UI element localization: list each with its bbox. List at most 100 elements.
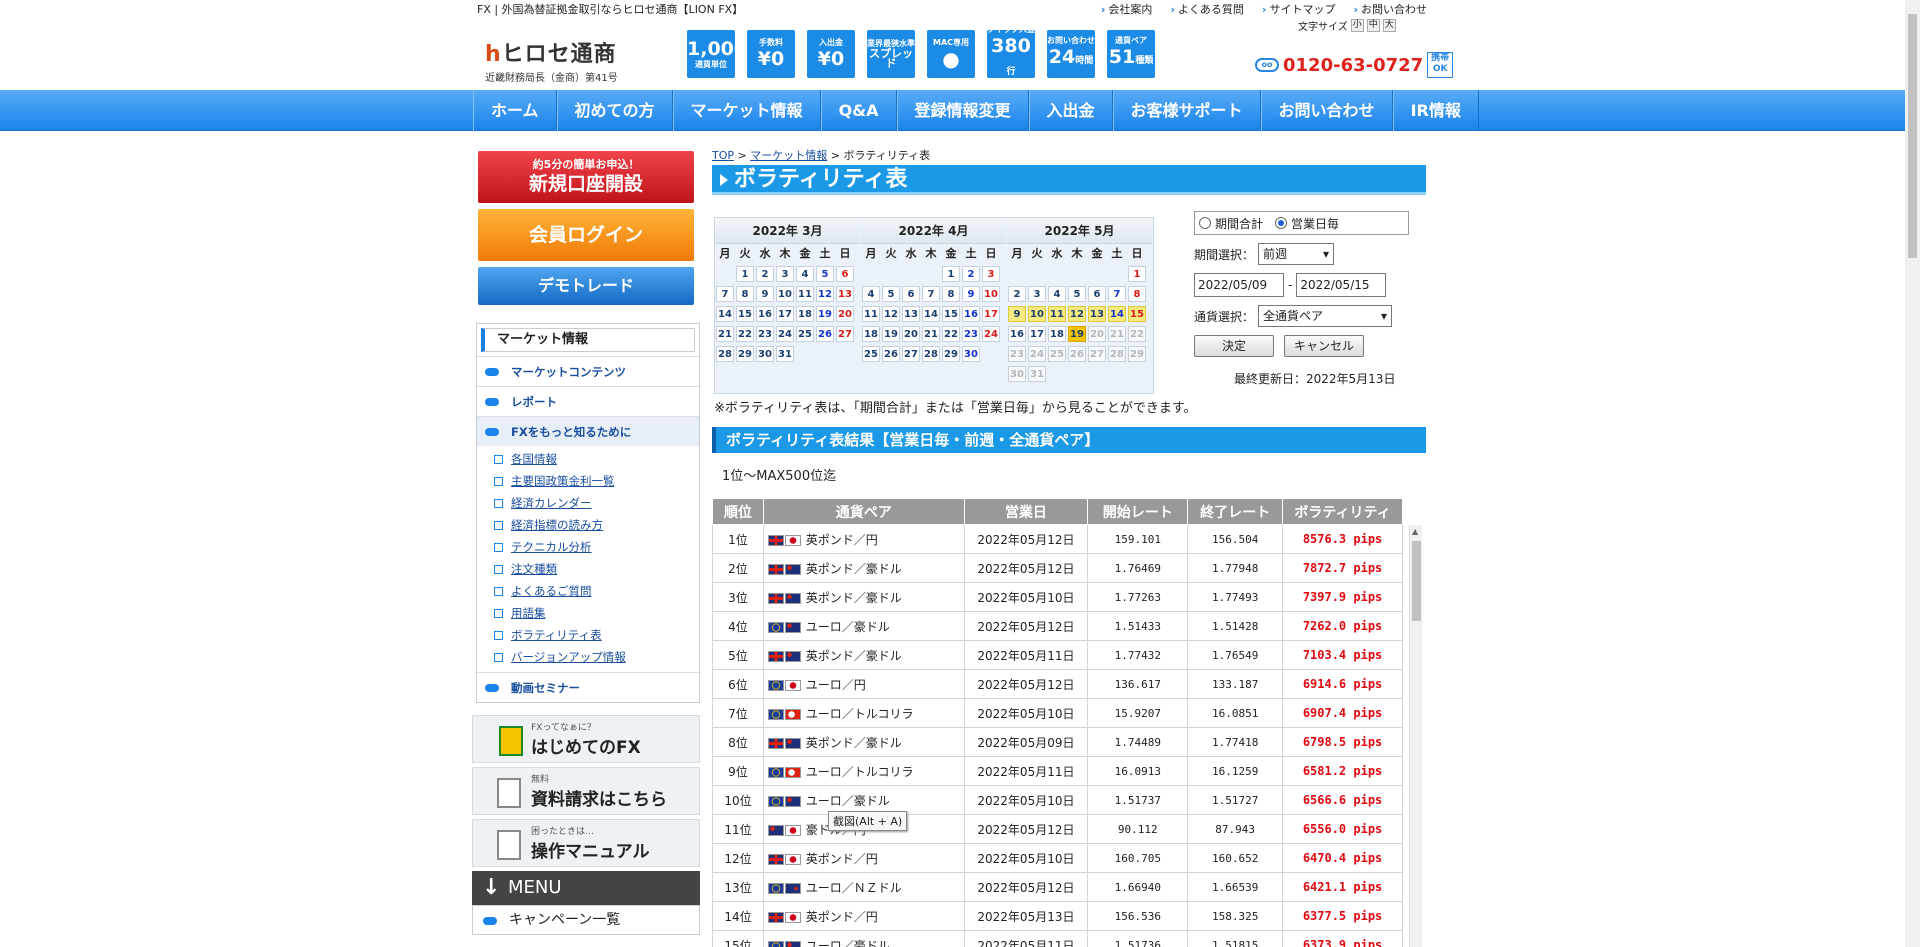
period-select[interactable]: 前週 xyxy=(1258,243,1335,265)
feature-badge[interactable]: MAC専用 ● xyxy=(927,30,975,78)
calendar-day[interactable]: 4 xyxy=(1048,286,1066,302)
campaign-link[interactable]: キャンペーン一覧 xyxy=(472,905,700,935)
calendar-day[interactable]: 6 xyxy=(1088,286,1106,302)
calendar-day[interactable]: 28 xyxy=(716,346,734,362)
calendar-day[interactable]: 16 xyxy=(962,306,980,322)
page-scrollbar[interactable] xyxy=(1905,0,1920,947)
calendar-day[interactable]: 22 xyxy=(1128,326,1146,342)
calendar-day[interactable]: 10 xyxy=(776,286,794,302)
calendar-day[interactable]: 1 xyxy=(942,266,960,282)
calendar-day[interactable]: 24 xyxy=(1028,346,1046,362)
calendar-day[interactable]: 2 xyxy=(962,266,980,282)
calendar-day[interactable]: 14 xyxy=(922,306,940,322)
calendar-day[interactable]: 13 xyxy=(836,286,854,302)
font-size-small[interactable]: 小 xyxy=(1350,19,1364,32)
nav-qa[interactable]: Q&A xyxy=(820,90,897,131)
nav-ir[interactable]: IR情報 xyxy=(1392,90,1479,131)
calendar-day[interactable]: 28 xyxy=(1108,346,1126,362)
calendar-day[interactable]: 8 xyxy=(1128,286,1146,302)
submenu-item[interactable]: テクニカル分析 xyxy=(477,536,699,558)
submenu-item[interactable]: 用語集 xyxy=(477,602,699,624)
calendar-day[interactable]: 9 xyxy=(962,286,980,302)
submenu-item[interactable]: 主要国政策金利一覧 xyxy=(477,470,699,492)
calendar-day[interactable]: 5 xyxy=(882,286,900,302)
calendar-day[interactable]: 19 xyxy=(1068,326,1086,342)
menu-report[interactable]: レポート xyxy=(477,386,699,416)
calendar-day[interactable]: 29 xyxy=(736,346,754,362)
calendar-day[interactable]: 8 xyxy=(942,286,960,302)
calendar-day[interactable]: 12 xyxy=(882,306,900,322)
calendar-day[interactable]: 19 xyxy=(816,306,834,322)
calendar-day[interactable]: 9 xyxy=(1008,306,1026,322)
breadcrumb-top[interactable]: TOP xyxy=(712,149,734,162)
calendar-day[interactable]: 1 xyxy=(736,266,754,282)
calendar-day[interactable]: 18 xyxy=(1048,326,1066,342)
calendar-day[interactable]: 12 xyxy=(1068,306,1086,322)
font-size-large[interactable]: 大 xyxy=(1382,19,1396,32)
calendar-day[interactable]: 12 xyxy=(816,286,834,302)
sitemap-link[interactable]: サイトマップ xyxy=(1262,1,1335,17)
calendar-day[interactable]: 30 xyxy=(756,346,774,362)
calendar-day[interactable]: 25 xyxy=(796,326,814,342)
breadcrumb-market[interactable]: マーケット情報 xyxy=(750,149,827,162)
feature-badge[interactable]: クイック入金 380行 xyxy=(987,25,1035,78)
calendar-day[interactable]: 9 xyxy=(756,286,774,302)
calendar-day[interactable]: 18 xyxy=(796,306,814,322)
calendar-day[interactable]: 28 xyxy=(922,346,940,362)
calendar-day[interactable]: 29 xyxy=(1128,346,1146,362)
calendar-day[interactable]: 25 xyxy=(862,346,880,362)
calendar-day[interactable]: 22 xyxy=(736,326,754,342)
feature-badge[interactable]: 入出金 ¥0 xyxy=(807,30,855,78)
nav-deposit[interactable]: 入出金 xyxy=(1028,90,1113,131)
company-link[interactable]: 会社案内 xyxy=(1101,1,1152,17)
submenu-item[interactable]: ボラティリティ表 xyxy=(477,624,699,646)
calendar-day[interactable]: 5 xyxy=(816,266,834,282)
calendar-day[interactable]: 22 xyxy=(942,326,960,342)
calendar-day[interactable]: 17 xyxy=(982,306,1000,322)
calendar-day[interactable]: 4 xyxy=(796,266,814,282)
nav-market[interactable]: マーケット情報 xyxy=(672,90,821,131)
calendar-day[interactable]: 18 xyxy=(862,326,880,342)
calendar-day[interactable]: 7 xyxy=(1108,286,1126,302)
calendar-day[interactable]: 6 xyxy=(902,286,920,302)
contact-link[interactable]: お問い合わせ xyxy=(1353,1,1427,17)
calendar-day[interactable]: 14 xyxy=(716,306,734,322)
calendar-day[interactable]: 21 xyxy=(922,326,940,342)
calendar-day[interactable]: 7 xyxy=(716,286,734,302)
calendar-day[interactable]: 11 xyxy=(796,286,814,302)
ok-button[interactable]: 決定 xyxy=(1194,335,1274,357)
nav-registration[interactable]: 登録情報変更 xyxy=(896,90,1029,131)
calendar-day[interactable]: 20 xyxy=(902,326,920,342)
menu-video-seminar[interactable]: 動画セミナー xyxy=(477,672,699,702)
calendar-day[interactable]: 30 xyxy=(1008,366,1026,382)
calendar-day[interactable]: 27 xyxy=(1088,346,1106,362)
radio-period-total[interactable]: 期間合計 xyxy=(1199,215,1263,232)
font-size-medium[interactable]: 中 xyxy=(1366,19,1380,32)
calendar-day[interactable]: 19 xyxy=(882,326,900,342)
site-logo[interactable]: hヒロセ通商 近畿財務局長（金商）第41号 xyxy=(485,36,625,84)
submenu-item[interactable]: バージョンアップ情報 xyxy=(477,646,699,668)
promo-request-docs[interactable]: 無料 資料請求はこちら xyxy=(472,767,700,815)
calendar-day[interactable]: 3 xyxy=(776,266,794,282)
login-button[interactable]: 会員ログイン xyxy=(478,209,694,261)
calendar-day[interactable]: 2 xyxy=(1008,286,1026,302)
feature-badge[interactable]: 業界最狭水準 スプレッド xyxy=(867,30,915,78)
feature-badge[interactable]: お問い合わせ 24時間 xyxy=(1047,30,1095,78)
calendar-day[interactable]: 24 xyxy=(982,326,1000,342)
calendar-day[interactable]: 11 xyxy=(1048,306,1066,322)
calendar-day[interactable]: 31 xyxy=(1028,366,1046,382)
calendar-day[interactable]: 20 xyxy=(1088,326,1106,342)
calendar-day[interactable]: 5 xyxy=(1068,286,1086,302)
calendar-day[interactable]: 16 xyxy=(1008,326,1026,342)
calendar-day[interactable]: 21 xyxy=(716,326,734,342)
calendar-day[interactable]: 27 xyxy=(902,346,920,362)
calendar-day[interactable]: 8 xyxy=(736,286,754,302)
menu-learn-fx[interactable]: FXをもっと知るために xyxy=(477,416,699,446)
demo-trade-button[interactable]: デモトレード xyxy=(478,267,694,305)
calendar-day[interactable]: 6 xyxy=(836,266,854,282)
calendar-day[interactable]: 31 xyxy=(776,346,794,362)
faq-link[interactable]: よくある質問 xyxy=(1170,1,1244,17)
calendar-day[interactable]: 11 xyxy=(862,306,880,322)
cancel-button[interactable]: キャンセル xyxy=(1284,335,1364,357)
calendar-day[interactable]: 15 xyxy=(942,306,960,322)
